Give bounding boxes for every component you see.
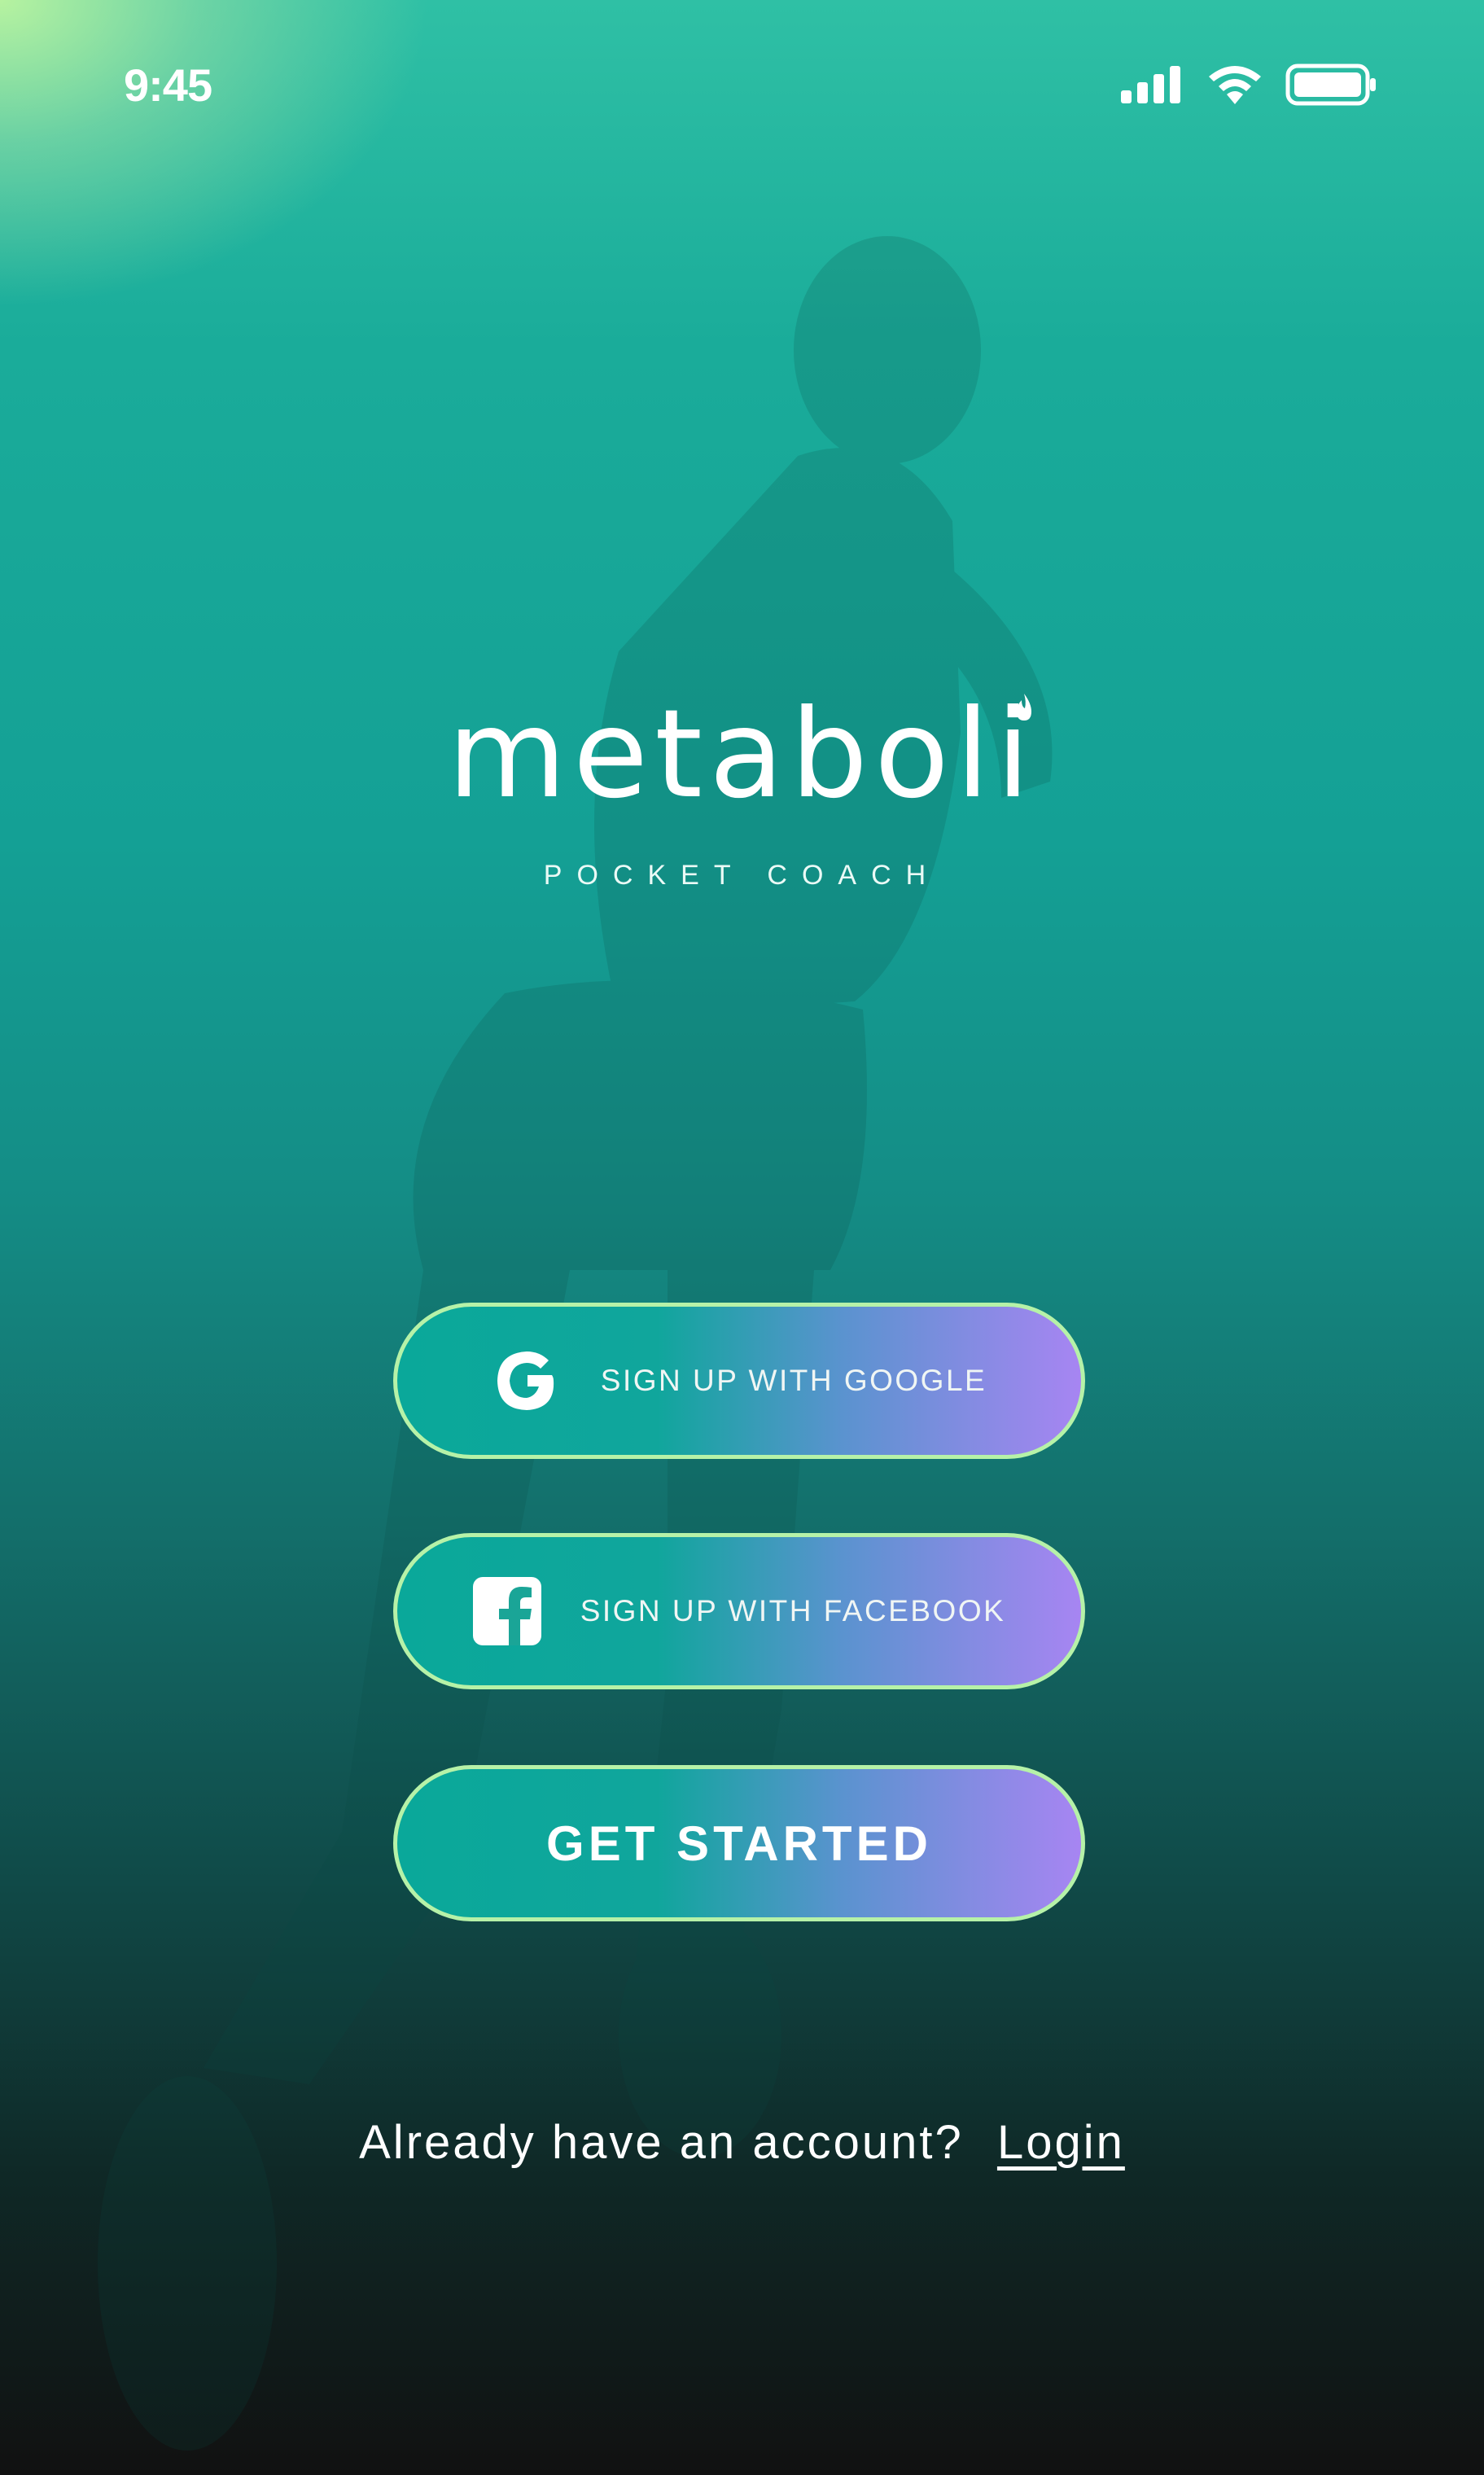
status-bar: 9:45 bbox=[0, 0, 1484, 163]
brand-logo: metaboli bbox=[0, 684, 1484, 826]
brand-wordmark: metaboli bbox=[448, 684, 1036, 826]
wifi-icon bbox=[1209, 66, 1261, 104]
google-signup-label: SIGN UP WITH GOOGLE bbox=[600, 1364, 987, 1397]
facebook-signup-button[interactable]: SIGN UP WITH FACEBOOK bbox=[393, 1533, 1085, 1689]
login-prompt-text: Already have an account? bbox=[359, 2116, 964, 2169]
background-runner-image bbox=[98, 236, 1053, 2451]
google-signup-button[interactable]: SIGN UP WITH GOOGLE bbox=[393, 1303, 1085, 1459]
login-link[interactable]: Login bbox=[997, 2116, 1125, 2169]
flame-icon bbox=[1017, 694, 1032, 721]
get-started-label: GET STARTED bbox=[546, 1816, 932, 1871]
facebook-signup-label: SIGN UP WITH FACEBOOK bbox=[580, 1594, 1006, 1627]
welcome-screen: 9:45 metaboli POCKET COACH SIGN UP WITH … bbox=[0, 0, 1484, 2475]
status-time: 9:45 bbox=[124, 59, 212, 111]
brand-name: metaboli bbox=[447, 684, 1037, 826]
login-prompt: Already have an account? Login bbox=[0, 2115, 1484, 2170]
status-icons bbox=[1119, 64, 1378, 106]
get-started-button[interactable]: GET STARTED bbox=[393, 1765, 1085, 1921]
google-icon bbox=[492, 1346, 562, 1416]
battery-icon bbox=[1285, 64, 1376, 106]
facebook-icon bbox=[472, 1577, 541, 1645]
brand-tagline: POCKET COACH bbox=[543, 860, 941, 891]
cellular-signal-icon bbox=[1121, 66, 1180, 103]
